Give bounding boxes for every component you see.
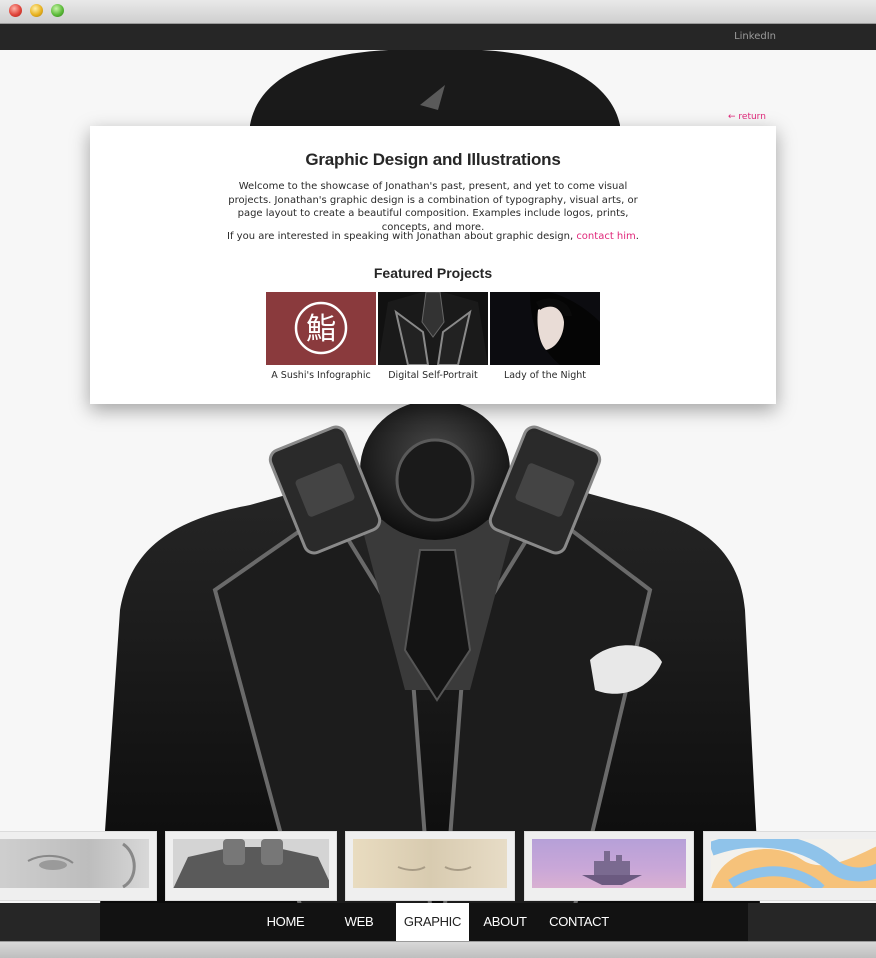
gallery-strip xyxy=(0,831,876,903)
gasmask-sketch-image xyxy=(173,839,329,888)
minimize-window-icon[interactable] xyxy=(30,4,43,17)
window-statusbar xyxy=(0,941,876,958)
page-title: Graphic Design and Illustrations xyxy=(305,150,561,169)
nav-home[interactable]: HOME xyxy=(253,903,318,941)
nav-web[interactable]: WEB xyxy=(326,903,392,941)
linkedin-link[interactable]: LinkedIn xyxy=(734,31,776,42)
sushi-logo-thumbnail[interactable]: 鮨 xyxy=(266,292,376,365)
abstract-swirl-image xyxy=(711,839,876,888)
gallery-thumb-5[interactable] xyxy=(703,831,876,901)
nav-contact[interactable]: CONTACT xyxy=(544,903,614,941)
contact-him-link[interactable]: contact him xyxy=(576,231,635,242)
close-window-icon[interactable] xyxy=(9,4,22,17)
nav-menu: HOME WEB GRAPHIC ABOUT CONTACT xyxy=(100,903,748,941)
gallery-thumb-3[interactable] xyxy=(345,831,515,901)
window-titlebar xyxy=(0,0,876,24)
lady-night-thumbnail[interactable] xyxy=(490,292,600,365)
gallery-thumb-4[interactable] xyxy=(524,831,694,901)
zoom-window-icon[interactable] xyxy=(51,4,64,17)
content-card: Graphic Design and Illustrations Welcome… xyxy=(90,126,776,404)
project-sushi-infographic[interactable]: 鮨 A Sushi's Infographic xyxy=(266,292,376,381)
contact-text: If you are interested in speaking with J… xyxy=(227,231,577,242)
return-link[interactable]: ← return xyxy=(728,112,766,122)
main-navigation: HOME WEB GRAPHIC ABOUT CONTACT xyxy=(0,903,876,941)
gallery-thumb-2[interactable] xyxy=(165,831,337,901)
project-digital-self-portrait[interactable]: Digital Self-Portrait xyxy=(378,292,488,381)
featured-projects: 鮨 A Sushi's Infographic Digital Self-Por… xyxy=(266,292,602,382)
nav-graphic[interactable]: GRAPHIC xyxy=(396,903,469,941)
browser-window: LinkedIn ← return Graphic Design and Ill… xyxy=(0,0,876,958)
gallery-thumb-1[interactable] xyxy=(0,831,157,901)
contact-paragraph: If you are interested in speaking with J… xyxy=(90,231,776,242)
project-caption[interactable]: A Sushi's Infographic xyxy=(266,370,376,381)
top-bar: LinkedIn xyxy=(0,24,876,50)
nav-about[interactable]: ABOUT xyxy=(474,903,536,941)
project-caption[interactable]: Lady of the Night xyxy=(490,370,600,381)
face-closed-eyes-image xyxy=(397,866,472,871)
contact-suffix: . xyxy=(635,231,639,242)
floating-castle-image xyxy=(582,851,642,885)
featured-projects-heading: Featured Projects xyxy=(373,265,493,281)
project-lady-of-the-night[interactable]: Lady of the Night xyxy=(490,292,600,381)
sushi-glyph: 鮨 xyxy=(306,312,336,347)
face-sketch-image xyxy=(27,842,136,888)
self-portrait-thumbnail[interactable] xyxy=(378,292,488,365)
project-caption[interactable]: Digital Self-Portrait xyxy=(378,370,488,381)
intro-paragraph: Welcome to the showcase of Jonathan's pa… xyxy=(228,181,638,233)
